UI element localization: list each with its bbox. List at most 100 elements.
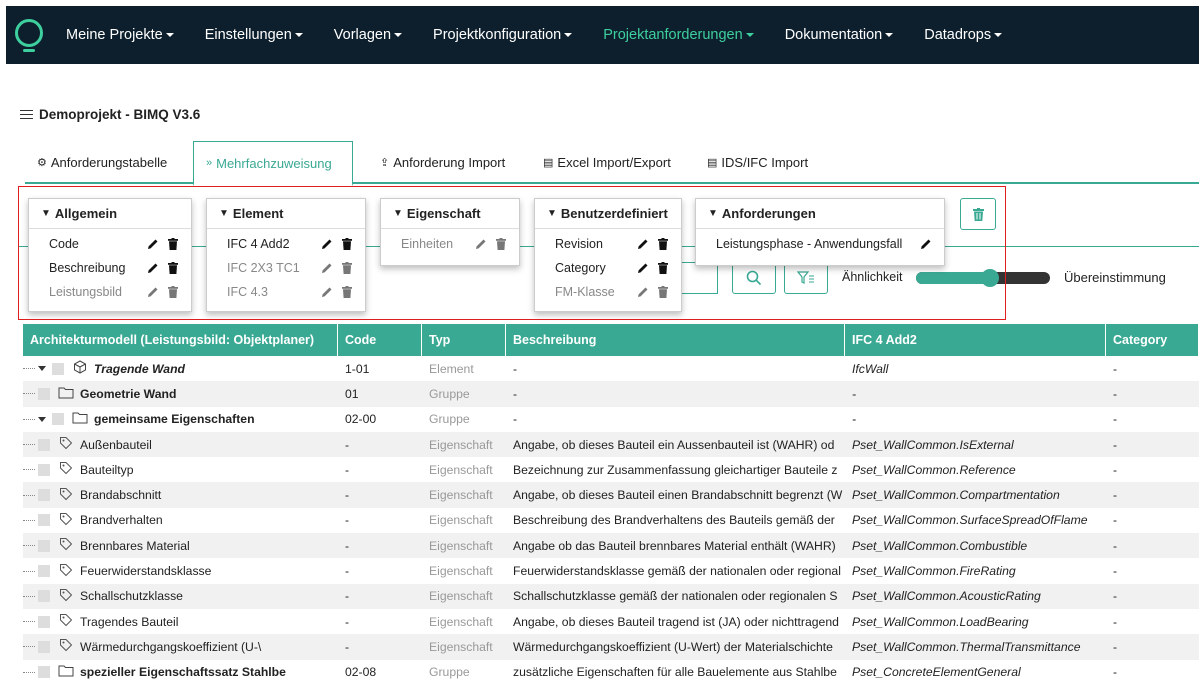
tag-icon [58,537,74,554]
row-type: Eigenschaft [429,564,493,579]
row-type: Eigenschaft [429,437,493,452]
row-ifc: Pset_WallCommon.Reference [852,462,1016,477]
table-row[interactable]: Tragende Wand 1-01 Element - IfcWall - [23,356,1199,381]
tree-connector [23,368,35,370]
table-row[interactable]: Feuerwiderstandsklasse - Eigenschaft Feuerw… [23,558,1199,583]
row-description: Beschreibung des Brandverhaltens des Bau… [513,513,835,528]
expand-toggle-icon[interactable] [38,366,46,372]
top-navigation: Meine Projekte Einstellungen Vorlagen Proje… [6,6,1199,64]
table-row[interactable]: Wärmedurchgangskoeffizient (U-\ - Eigensch… [23,634,1199,660]
row-checkbox[interactable] [38,387,50,400]
nav-item-einstellungen[interactable]: Einstellungen [205,27,303,43]
row-name: Außenbauteil [80,437,152,452]
caret-down-icon [394,33,403,38]
row-ifc: Pset_WallCommon.FireRating [852,564,1016,579]
row-ifc: Pset_WallCommon.SurfaceSpreadOfFlame [852,513,1088,528]
row-ifc: Pset_WallCommon.AcousticRating [852,589,1041,604]
row-description: Wärmedurchgangskoeffizient (U-Wert) der … [513,639,833,654]
highlight-outline [18,186,1006,320]
row-ifc: Pset_WallCommon.Compartmentation [852,488,1060,503]
caret-down-icon [165,33,174,38]
tab-anforderung-import[interactable]: ⇪ Anforderung Import [368,141,517,184]
row-checkbox[interactable] [38,489,50,502]
table-row[interactable]: gemeinsame Eigenschaften 02-00 Gruppe - - - [23,407,1199,432]
column-header-category[interactable]: Category [1106,324,1199,356]
row-code: 01 [345,386,359,401]
caret-down-icon [564,33,573,38]
caret-down-icon [885,33,894,38]
nav-item-dokumentation[interactable]: Dokumentation [785,27,894,43]
table-row[interactable]: Bauteiltyp - Eigenschaft Bezeichnung zur Zu… [23,457,1199,482]
nav-item-meine-projekte[interactable]: Meine Projekte [66,27,174,43]
tree-connector [23,570,35,572]
column-header-typ[interactable]: Typ [422,324,506,356]
row-checkbox[interactable] [38,590,50,603]
nav-item-vorlagen[interactable]: Vorlagen [334,27,403,43]
nav-menu: Meine Projekte Einstellungen Vorlagen Proje… [66,27,1033,43]
row-checkbox[interactable] [38,565,50,578]
column-header-code[interactable]: Code [338,324,422,356]
row-name: Geometrie Wand [80,386,177,401]
row-code: 1-01 [345,361,370,376]
column-header-ifc[interactable]: IFC 4 Add2 [845,324,1106,356]
expand-toggle-icon[interactable] [38,416,46,422]
double-chevron-right-icon: » [206,157,213,169]
cube-icon [72,360,88,377]
row-ifc: Pset_WallCommon.LoadBearing [852,614,1029,629]
row-checkbox[interactable] [38,640,50,653]
nav-item-projektkonfiguration[interactable]: Projektkonfiguration [433,27,573,43]
row-code: - [345,513,350,528]
app-logo[interactable] [12,15,46,55]
tab-excel-import-export[interactable]: ▤ Excel Import/Export [531,141,683,184]
tag-icon [58,512,74,529]
nav-item-projektanforderungen[interactable]: Projektanforderungen [603,27,754,43]
tab-bar: ⚙ Anforderungstabelle » Mehrfachzuweisun… [25,141,1199,186]
row-type: Element [429,361,474,376]
tree-connector [23,418,35,420]
row-category: - [1113,665,1118,680]
row-checkbox[interactable] [38,438,50,451]
caret-down-icon [294,33,303,38]
row-ifc: Pset_WallCommon.ThermalTransmittance [852,639,1081,654]
row-checkbox[interactable] [52,413,64,426]
file-import-icon: ▤ [707,157,718,169]
row-category: - [1113,361,1118,376]
row-description: - [513,361,518,376]
tag-icon [58,461,74,478]
table-row[interactable]: spezieller Eigenschaftssatz Stahlbe 02-08… [23,660,1199,685]
row-name: Wärmedurchgangskoeffizient (U-\ [80,639,262,654]
table-row[interactable]: Schallschutzklasse - Eigenschaft Schallschu… [23,583,1199,609]
row-type: Eigenschaft [429,488,493,503]
file-excel-icon: ▤ [543,157,554,169]
row-code: - [345,589,350,604]
table-row[interactable]: Tragendes Bauteil - Eigenschaft Angabe, ob … [23,609,1199,634]
requirements-table: Architekturmodell (Leistungsbild: Objekt… [23,324,1199,685]
table-row[interactable]: Geometrie Wand 01 Gruppe - - - [23,381,1199,407]
table-row[interactable]: Außenbauteil - Eigenschaft Angabe, ob diese… [23,431,1199,458]
row-checkbox[interactable] [38,514,50,527]
menu-icon[interactable] [20,107,33,122]
row-ifc: Pset_WallCommon.IsExternal [852,437,1014,452]
nav-item-datadrops[interactable]: Datadrops [924,27,1003,43]
row-name: Brandverhalten [80,513,163,528]
row-checkbox[interactable] [38,463,50,476]
row-ifc: Pset_ConcreteElementGeneral [852,665,1021,680]
column-header-beschreibung[interactable]: Beschreibung [506,324,845,356]
page-title: Demoprojekt - BIMQ V3.6 [20,107,200,122]
tree-connector [23,444,35,446]
tab-anforderungstabelle[interactable]: ⚙ Anforderungstabelle [25,141,179,184]
row-code: 02-08 [345,665,377,680]
match-label: Übereinstimmung [1064,270,1166,285]
tab-ids-ifc-import[interactable]: ▤ IDS/IFC Import [695,141,820,184]
table-row[interactable]: Brandabschnitt - Eigenschaft Angabe, ob die… [23,482,1199,508]
tab-mehrfachzuweisung[interactable]: » Mehrfachzuweisung [193,141,353,186]
table-row[interactable]: Brennbares Material - Eigenschaft Angabe ob… [23,533,1199,559]
row-checkbox[interactable] [52,362,64,375]
project-title: Demoprojekt - BIMQ V3.6 [39,107,201,122]
row-checkbox[interactable] [38,666,50,679]
column-header-model[interactable]: Architekturmodell (Leistungsbild: Objekt… [23,324,338,356]
table-row[interactable]: Brandverhalten - Eigenschaft Beschreibung d… [23,508,1199,533]
row-category: - [1113,513,1118,528]
row-checkbox[interactable] [38,539,50,552]
row-checkbox[interactable] [38,615,50,628]
